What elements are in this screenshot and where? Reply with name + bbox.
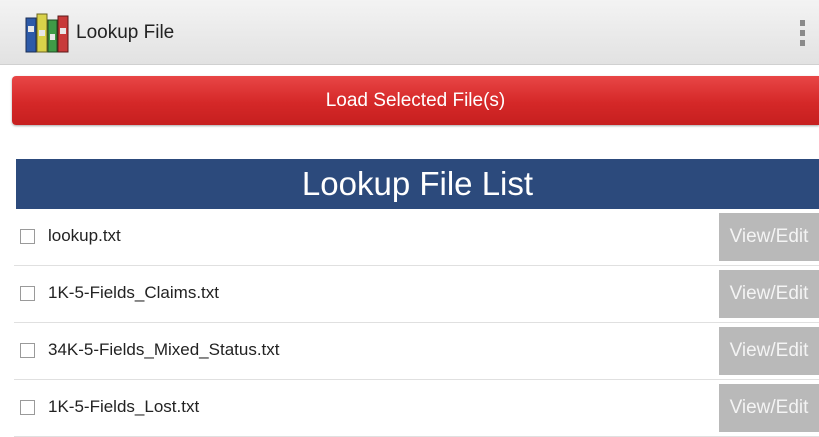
file-checkbox[interactable] <box>20 343 35 358</box>
file-row: lookup.txt View/Edit <box>14 209 819 266</box>
file-checkbox[interactable] <box>20 286 35 301</box>
load-selected-files-button[interactable]: Load Selected File(s) <box>12 76 819 125</box>
lookup-file-list-header: Lookup File List <box>16 159 819 209</box>
view-edit-button[interactable]: View/Edit <box>719 384 819 432</box>
overflow-menu-icon[interactable] <box>797 20 807 46</box>
file-row: 1K-5-Fields_Lost.txt View/Edit <box>14 380 819 437</box>
file-row: 1K-5-Fields_Claims.txt View/Edit <box>14 266 819 323</box>
view-edit-button[interactable]: View/Edit <box>719 213 819 261</box>
overflow-dot <box>799 30 805 36</box>
view-edit-button[interactable]: View/Edit <box>719 327 819 375</box>
overflow-dot <box>799 20 805 26</box>
file-checkbox[interactable] <box>20 400 35 415</box>
file-row: 34K-5-Fields_Mixed_Status.txt View/Edit <box>14 323 819 380</box>
file-name: 1K-5-Fields_Claims.txt <box>48 283 219 302</box>
file-checkbox[interactable] <box>20 229 35 244</box>
file-name: lookup.txt <box>48 226 121 245</box>
file-name: 1K-5-Fields_Lost.txt <box>48 397 200 416</box>
file-name: 34K-5-Fields_Mixed_Status.txt <box>48 340 280 359</box>
app-title: Lookup File <box>76 22 175 43</box>
books-icon[interactable] <box>24 12 70 54</box>
view-edit-button[interactable]: View/Edit <box>719 270 819 318</box>
overflow-dot <box>799 40 805 46</box>
action-bar: Lookup File <box>0 0 819 65</box>
file-list: lookup.txt View/Edit 1K-5-Fields_Claims.… <box>0 209 819 437</box>
